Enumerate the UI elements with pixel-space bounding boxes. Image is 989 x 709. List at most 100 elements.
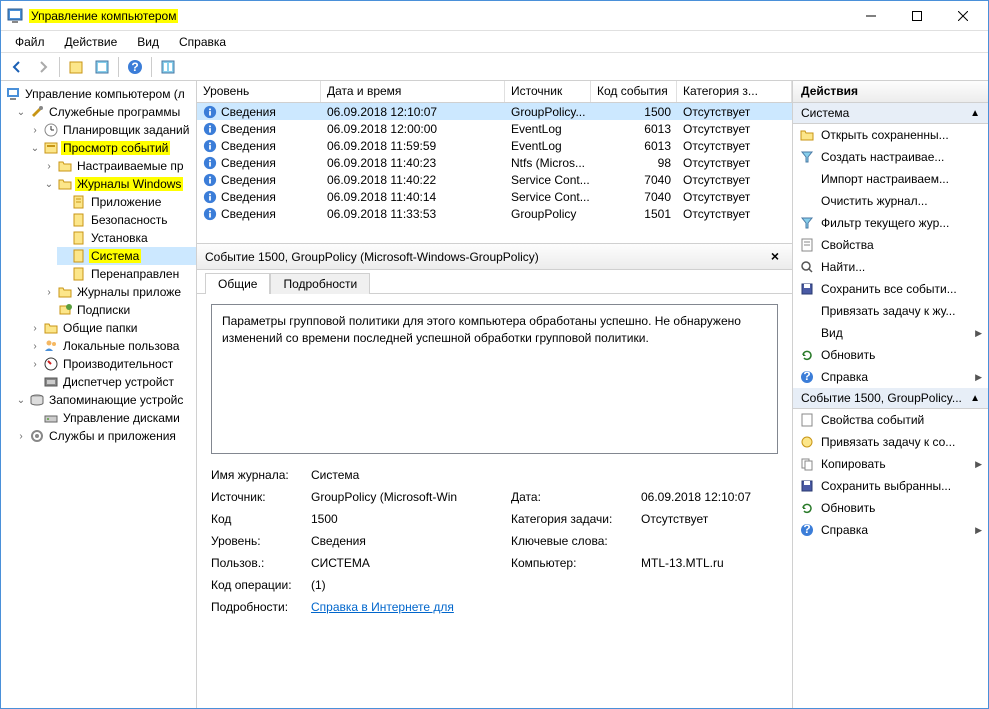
tabs: Общие Подробности <box>197 270 792 294</box>
value-date: 06.09.2018 12:10:07 <box>641 490 778 504</box>
close-icon[interactable]: × <box>766 248 784 266</box>
table-row[interactable]: Сведения06.09.2018 11:40:22Service Cont.… <box>197 171 792 188</box>
action-clear-log[interactable]: Очистить журнал... <box>793 190 988 212</box>
expand-icon[interactable]: › <box>43 287 55 298</box>
maximize-button[interactable] <box>894 1 940 31</box>
chevron-right-icon: ▶ <box>975 459 982 470</box>
event-list[interactable]: Сведения06.09.2018 12:10:07GroupPolicy..… <box>197 103 792 243</box>
tree-shared-folders[interactable]: ›Общие папки <box>29 319 196 337</box>
collapse-icon[interactable]: ⌄ <box>43 179 55 190</box>
action-copy[interactable]: Копировать▶ <box>793 453 988 475</box>
save-icon <box>799 478 815 494</box>
menu-view[interactable]: Вид <box>127 33 169 51</box>
actions-header: Действия <box>793 81 988 103</box>
expand-icon[interactable]: › <box>15 431 27 442</box>
tree-app-logs[interactable]: ›Журналы приложе <box>43 283 196 301</box>
tree-services-apps[interactable]: › Службы и приложения <box>15 427 196 445</box>
label-log: Имя журнала: <box>211 468 311 482</box>
action-save-selected[interactable]: Сохранить выбранны... <box>793 475 988 497</box>
more-info-link[interactable]: Справка в Интернете для <box>311 600 778 614</box>
tree-log-security[interactable]: Безопасность <box>57 211 196 229</box>
tree-event-viewer[interactable]: ⌄ Просмотр событий <box>29 139 196 157</box>
tree-log-system[interactable]: Система <box>57 247 196 265</box>
collapse-icon: ▲ <box>970 108 980 119</box>
col-datetime[interactable]: Дата и время <box>321 81 505 102</box>
collapse-icon[interactable]: ⌄ <box>15 395 27 406</box>
menu-file[interactable]: Файл <box>5 33 55 51</box>
action-properties[interactable]: Свойства <box>793 234 988 256</box>
action-import-custom[interactable]: Импорт настраиваем... <box>793 168 988 190</box>
action-help-event[interactable]: ?Справка▶ <box>793 519 988 541</box>
toolbar-button-2[interactable] <box>90 55 114 79</box>
chevron-right-icon: ▶ <box>975 328 982 339</box>
help-icon[interactable]: ? <box>123 55 147 79</box>
back-button[interactable] <box>5 55 29 79</box>
tree-storage[interactable]: ⌄ Запоминающие устройс <box>15 391 196 409</box>
action-view[interactable]: Вид▶ <box>793 322 988 344</box>
action-filter[interactable]: Фильтр текущего жур... <box>793 212 988 234</box>
properties-icon <box>799 412 815 428</box>
minimize-button[interactable] <box>848 1 894 31</box>
expand-icon[interactable]: › <box>29 125 41 136</box>
col-level[interactable]: Уровень <box>197 81 321 102</box>
action-refresh-event[interactable]: Обновить <box>793 497 988 519</box>
value-log: Система <box>311 468 778 482</box>
table-row[interactable]: Сведения06.09.2018 12:10:07GroupPolicy..… <box>197 103 792 120</box>
tree-service-programs[interactable]: ⌄ Служебные программы <box>15 103 196 121</box>
label-user: Пользов.: <box>211 556 311 570</box>
table-row[interactable]: Сведения06.09.2018 11:59:59EventLog6013О… <box>197 137 792 154</box>
actions-group-event[interactable]: Событие 1500, GroupPolicy...▲ <box>793 388 988 409</box>
tree-root[interactable]: Управление компьютером (л <box>1 85 196 103</box>
action-save-all[interactable]: Сохранить все событи... <box>793 278 988 300</box>
collapse-icon[interactable]: ⌄ <box>29 143 41 154</box>
col-event-id[interactable]: Код события <box>591 81 677 102</box>
action-event-props[interactable]: Свойства событий <box>793 409 988 431</box>
table-row[interactable]: Сведения06.09.2018 12:00:00EventLog6013О… <box>197 120 792 137</box>
action-open-saved[interactable]: Открыть сохраненны... <box>793 124 988 146</box>
actions-panel: Действия Система▲ Открыть сохраненны... … <box>793 81 988 708</box>
tree-task-scheduler[interactable]: › Планировщик заданий <box>29 121 196 139</box>
tree-log-setup[interactable]: Установка <box>57 229 196 247</box>
tree-device-mgr[interactable]: Диспетчер устройст <box>29 373 196 391</box>
toolbar-button-3[interactable] <box>156 55 180 79</box>
close-button[interactable] <box>940 1 986 31</box>
action-refresh[interactable]: Обновить <box>793 344 988 366</box>
menu-help[interactable]: Справка <box>169 33 236 51</box>
funnel-icon <box>799 149 815 165</box>
tree-panel[interactable]: Управление компьютером (л ⌄ Служебные пр… <box>1 81 197 708</box>
action-attach-task-event[interactable]: Привязать задачу к со... <box>793 431 988 453</box>
folder-icon <box>57 284 73 300</box>
tab-details[interactable]: Подробности <box>270 273 370 294</box>
tree-custom-views[interactable]: › Настраиваемые пр <box>43 157 196 175</box>
folder-open-icon <box>799 127 815 143</box>
action-help[interactable]: ?Справка▶ <box>793 366 988 388</box>
table-row[interactable]: Сведения06.09.2018 11:40:14Service Cont.… <box>197 188 792 205</box>
action-find[interactable]: Найти... <box>793 256 988 278</box>
tree-subscriptions[interactable]: Подписки <box>43 301 196 319</box>
col-category[interactable]: Категория з... <box>677 81 792 102</box>
tree-performance[interactable]: ›Производительност <box>29 355 196 373</box>
action-attach-task[interactable]: Привязать задачу к жу... <box>793 300 988 322</box>
table-row[interactable]: Сведения06.09.2018 11:33:53GroupPolicy15… <box>197 205 792 222</box>
label-opcode: Код операции: <box>211 578 311 592</box>
label-computer: Компьютер: <box>511 556 641 570</box>
tab-general[interactable]: Общие <box>205 273 270 294</box>
expand-icon[interactable]: › <box>29 341 41 352</box>
expand-icon[interactable]: › <box>29 323 41 334</box>
new-button[interactable] <box>64 55 88 79</box>
forward-button[interactable] <box>31 55 55 79</box>
menu-action[interactable]: Действие <box>55 33 128 51</box>
action-create-custom[interactable]: Создать настраивае... <box>793 146 988 168</box>
table-row[interactable]: Сведения06.09.2018 11:40:23Ntfs (Micros.… <box>197 154 792 171</box>
tree-log-application[interactable]: Приложение <box>57 193 196 211</box>
tree-windows-logs[interactable]: ⌄ Журналы Windows <box>43 175 196 193</box>
collapse-icon[interactable]: ⌄ <box>15 107 27 118</box>
expand-icon[interactable]: › <box>43 161 55 172</box>
tree-disk-mgmt[interactable]: Управление дисками <box>29 409 196 427</box>
detail-body: Параметры групповой политики для этого к… <box>197 294 792 708</box>
col-source[interactable]: Источник <box>505 81 591 102</box>
tree-log-forwarded[interactable]: Перенаправлен <box>57 265 196 283</box>
tree-local-users[interactable]: ›Локальные пользова <box>29 337 196 355</box>
expand-icon[interactable]: › <box>29 359 41 370</box>
actions-group-system[interactable]: Система▲ <box>793 103 988 124</box>
